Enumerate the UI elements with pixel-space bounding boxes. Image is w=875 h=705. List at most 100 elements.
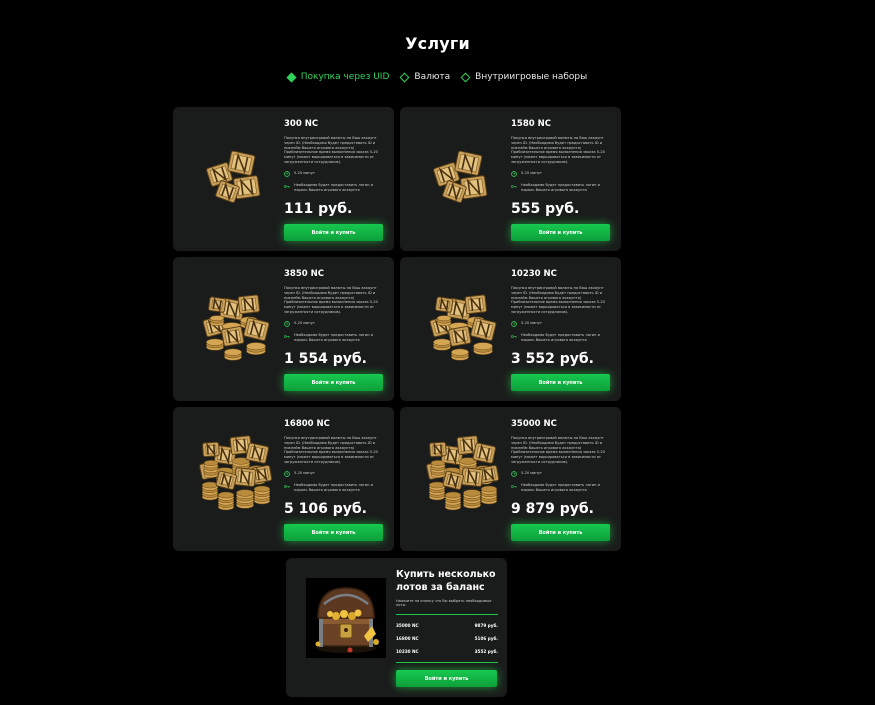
filter-tabs: Покупка через UID Валюта Внутриигровые н… [0,72,875,82]
login-note: Необходимо будет предоставить логин и па… [284,483,384,492]
clock-icon [511,321,517,327]
nc-coins-large-icon [195,435,277,517]
login-note: Необходимо будет предоставить логин и па… [284,333,384,342]
nc-coins-large-icon [422,435,504,517]
lot-name: 16800 NC [396,635,419,641]
multi-lot-description: Нажмите на кнопку что бы выбрать необход… [396,599,498,615]
login-and-buy-button[interactable]: Войти и купить [284,524,383,541]
clock-icon [284,321,290,327]
filter-tab-currency[interactable]: Валюта [399,72,451,82]
multi-lot-card: Купить несколько лотов за баланс Нажмите… [286,558,507,697]
key-icon [511,483,517,489]
login-and-buy-button[interactable]: Войти и купить [511,524,610,541]
product-card: 300 NC Покупка внутриигровой валюты на В… [173,107,394,251]
product-title: 300 NC [284,119,319,129]
product-description: Покупка внутриигровой валюты на Ваш акка… [511,286,605,314]
page-title: Услуги [405,34,470,53]
product-description: Покупка внутриигровой валюты на Ваш акка… [284,286,378,314]
delivery-time: 5-20 минут [284,171,384,177]
lot-price: 3552 руб. [474,648,498,654]
clock-icon [511,171,517,177]
divider [396,661,498,663]
product-card: 3850 NC Покупка внутриигровой валюты на … [173,257,394,401]
filter-label: Валюта [414,72,451,82]
lot-name: 10230 NC [396,648,419,654]
product-price: 555 руб. [511,201,580,218]
login-note-text: Необходимо будет предоставить логин и па… [521,183,600,192]
diamond-icon [460,72,471,82]
nc-coins-small-icon [195,135,277,217]
filter-label: Покупка через UID [300,72,390,82]
delivery-time: 5-20 минут [511,171,611,177]
multi-lot-buy-button[interactable]: Войти и купить [396,670,497,687]
product-price: 111 руб. [284,201,353,218]
product-description: Покупка внутриигровой валюты на Ваш акка… [511,136,605,164]
list-item: 35000 NC 9879 руб. [396,623,498,628]
product-price: 9 879 руб. [511,501,594,518]
nc-coins-medium-icon [422,285,504,367]
clock-icon [284,171,290,177]
login-note: Необходимо будет предоставить логин и па… [511,483,611,492]
product-card: 1580 NC Покупка внутриигровой валюты на … [400,107,621,251]
product-price: 1 554 руб. [284,351,367,368]
list-item: 10230 NC 3552 руб. [396,649,498,654]
filter-tab-uid[interactable]: Покупка через UID [286,72,390,82]
lot-price: 9879 руб. [474,622,498,628]
product-card: 35000 NC Покупка внутриигровой валюты на… [400,407,621,551]
product-title: 35000 NC [511,419,557,429]
key-icon [284,183,290,189]
product-description: Покупка внутриигровой валюты на Ваш акка… [284,136,378,164]
delivery-time-text: 5-20 минут [521,321,542,325]
clock-icon [511,471,517,477]
delivery-time: 5-20 минут [511,321,611,327]
login-and-buy-button[interactable]: Войти и купить [511,374,610,391]
cropped-header-remnant [330,0,410,3]
login-note-text: Необходимо будет предоставить логин и па… [521,483,600,492]
nc-coins-medium-icon [195,285,277,367]
key-icon [284,333,290,339]
filter-label: Внутриигровые наборы [475,72,588,82]
filter-tab-bundles[interactable]: Внутриигровые наборы [460,72,588,82]
product-title: 3850 NC [284,269,324,279]
product-price: 5 106 руб. [284,501,367,518]
product-card: 10230 NC Покупка внутриигровой валюты на… [400,257,621,401]
diamond-icon [399,72,410,82]
delivery-time-text: 5-20 минут [521,471,542,475]
product-description: Покупка внутриигровой валюты на Ваш акка… [511,436,605,464]
login-note-text: Необходимо будет предоставить логин и па… [521,333,600,342]
login-note: Необходимо будет предоставить логин и па… [511,333,611,342]
login-and-buy-button[interactable]: Войти и купить [284,374,383,391]
delivery-time-text: 5-20 минут [294,471,315,475]
key-icon [284,483,290,489]
delivery-time-text: 5-20 минут [521,171,542,175]
product-description: Покупка внутриигровой валюты на Ваш акка… [284,436,378,464]
product-title: 16800 NC [284,419,330,429]
key-icon [511,183,517,189]
login-note-text: Необходимо будет предоставить логин и па… [294,333,373,342]
login-note: Необходимо будет предоставить логин и па… [284,183,384,192]
delivery-time-text: 5-20 минут [294,171,315,175]
lot-price: 5106 руб. [474,635,498,641]
login-note-text: Необходимо будет предоставить логин и па… [294,183,373,192]
diamond-icon [286,72,297,82]
lot-name: 35000 NC [396,622,419,628]
list-item: 16800 NC 5106 руб. [396,636,498,641]
product-title: 10230 NC [511,269,557,279]
product-grid: 300 NC Покупка внутриигровой валюты на В… [173,107,621,551]
login-and-buy-button[interactable]: Войти и купить [284,224,383,241]
login-note-text: Необходимо будет предоставить логин и па… [294,483,373,492]
delivery-time: 5-20 минут [284,321,384,327]
treasure-chest-icon [306,578,386,658]
delivery-time: 5-20 минут [511,471,611,477]
key-icon [511,333,517,339]
login-and-buy-button[interactable]: Войти и купить [511,224,610,241]
product-card: 16800 NC Покупка внутриигровой валюты на… [173,407,394,551]
product-price: 3 552 руб. [511,351,594,368]
clock-icon [284,471,290,477]
multi-lot-title: Купить несколько лотов за баланс [396,569,496,593]
login-note: Необходимо будет предоставить логин и па… [511,183,611,192]
delivery-time: 5-20 минут [284,471,384,477]
nc-coins-small-icon [422,135,504,217]
product-title: 1580 NC [511,119,551,129]
delivery-time-text: 5-20 минут [294,321,315,325]
